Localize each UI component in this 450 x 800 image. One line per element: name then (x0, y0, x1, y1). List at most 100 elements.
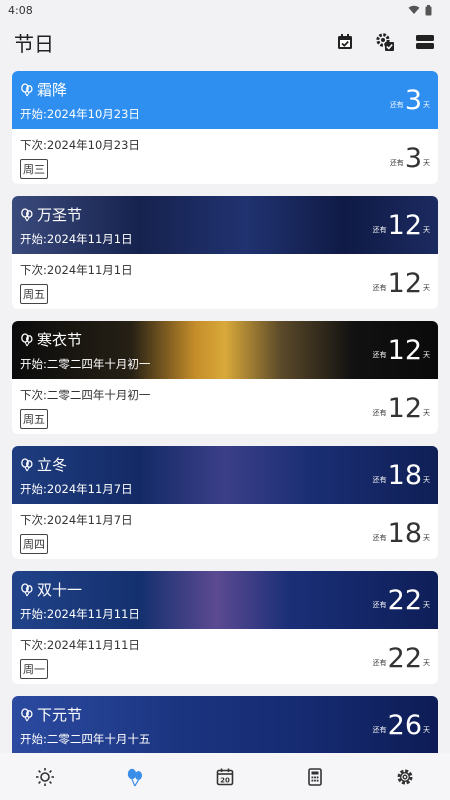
calendar-event-button[interactable] (334, 31, 356, 53)
status-time: 4:08 (8, 3, 33, 17)
days-prefix: 还有 (372, 409, 387, 417)
days-count: 18 (387, 518, 422, 549)
days-count: 12 (387, 210, 422, 241)
card-body: 下次:2024年11月11日 周一 还有 22 天 (12, 629, 438, 684)
days-remaining: 还有 22 天 (373, 645, 430, 673)
gear-icon (397, 769, 413, 784)
card-header: 万圣节 开始:2024年11月1日 还有 12 天 (12, 196, 438, 254)
days-count: 12 (387, 393, 422, 424)
days-prefix: 还有 (372, 601, 387, 609)
calendar-check-icon (338, 34, 352, 49)
calculator-icon (308, 767, 322, 786)
start-date: 开始:二零二四年十月十五 (20, 732, 151, 746)
festival-card[interactable]: 下元节 开始:二零二四年十月十五 还有 26 天 (12, 696, 438, 753)
days-suffix: 天 (423, 101, 430, 109)
days-count: 3 (404, 143, 422, 174)
view-toggle-button[interactable] (414, 31, 436, 53)
card-header: 寒衣节 开始:二零二四年十月初一 还有 12 天 (12, 321, 438, 379)
balloon-icon (21, 332, 33, 346)
days-prefix: 还有 (372, 726, 387, 734)
days-count: 3 (404, 85, 422, 116)
days-prefix: 还有 (372, 659, 387, 667)
start-date: 开始:2024年11月11日 (20, 607, 140, 621)
next-date: 下次:二零二四年十月初一 (20, 388, 151, 402)
nav-solar-terms[interactable] (23, 757, 67, 797)
balloon-icon (21, 82, 33, 96)
festival-name: 寒衣节 (37, 331, 83, 349)
festival-name: 下元节 (37, 706, 83, 724)
days-remaining: 还有 12 天 (373, 337, 430, 365)
days-prefix: 还有 (389, 101, 404, 109)
days-prefix: 还有 (372, 534, 387, 542)
nav-festivals[interactable] (113, 757, 157, 797)
balloon-icon (21, 707, 33, 721)
days-suffix: 天 (423, 726, 430, 734)
days-prefix: 还有 (372, 226, 387, 234)
weekday-badge: 周四 (20, 534, 48, 554)
festival-name: 霜降 (37, 81, 68, 99)
status-bar: 4:08 (0, 0, 450, 20)
days-count: 12 (387, 268, 422, 299)
days-remaining: 还有 12 天 (373, 270, 430, 298)
days-suffix: 天 (423, 476, 430, 484)
festival-card[interactable]: 双十一 开始:2024年11月11日 还有 22 天 下次:2024年11月11… (12, 571, 438, 684)
next-date: 下次:2024年11月1日 (20, 263, 133, 277)
festival-name: 立冬 (37, 456, 68, 474)
days-prefix: 还有 (372, 476, 387, 484)
festival-name: 双十一 (37, 581, 83, 599)
days-suffix: 天 (423, 409, 430, 417)
balloons-icon (127, 768, 142, 786)
start-date: 开始:2024年11月7日 (20, 482, 133, 496)
festival-card[interactable]: 立冬 开始:2024年11月7日 还有 18 天 下次:2024年11月7日 周… (12, 446, 438, 559)
days-suffix: 天 (423, 226, 430, 234)
card-body: 下次:2024年11月7日 周四 还有 18 天 (12, 504, 438, 559)
card-body: 下次:2024年10月23日 周三 还有 3 天 (12, 129, 438, 184)
battery-icon (425, 4, 432, 15)
days-prefix: 还有 (372, 351, 387, 359)
card-header: 下元节 开始:二零二四年十月十五 还有 26 天 (12, 696, 438, 753)
page-title: 节日 (14, 31, 54, 56)
days-remaining: 还有 18 天 (373, 520, 430, 548)
nav-calculator[interactable] (293, 757, 337, 797)
status-icons (408, 4, 432, 16)
start-date: 开始:2024年11月1日 (20, 232, 133, 246)
festival-card[interactable]: 寒衣节 开始:二零二四年十月初一 还有 12 天 下次:二零二四年十月初一 周五… (12, 321, 438, 434)
card-body: 下次:2024年11月1日 周五 还有 12 天 (12, 254, 438, 309)
app-bar: 节日 (0, 20, 450, 64)
start-date: 开始:二零二四年十月初一 (20, 357, 151, 371)
days-suffix: 天 (423, 284, 430, 292)
card-header: 霜降 开始:2024年10月23日 还有 3 天 (12, 71, 438, 129)
weekday-badge: 周五 (20, 409, 48, 429)
days-count: 18 (387, 460, 422, 491)
manage-events-button[interactable] (374, 31, 396, 53)
days-suffix: 天 (423, 534, 430, 542)
festival-card[interactable]: 霜降 开始:2024年10月23日 还有 3 天 下次:2024年10月23日 … (12, 71, 438, 184)
days-remaining: 还有 22 天 (373, 587, 430, 615)
gear-check-icon (376, 33, 394, 51)
wifi-icon (408, 5, 420, 14)
nav-settings[interactable] (383, 757, 427, 797)
festival-name: 万圣节 (37, 206, 83, 224)
days-suffix: 天 (423, 659, 430, 667)
next-date: 下次:2024年11月7日 (20, 513, 133, 527)
days-suffix: 天 (423, 159, 430, 167)
festival-card[interactable]: 万圣节 开始:2024年11月1日 还有 12 天 下次:2024年11月1日 … (12, 196, 438, 309)
sun-icon (36, 767, 54, 786)
next-date: 下次:2024年11月11日 (20, 638, 140, 652)
card-header: 双十一 开始:2024年11月11日 还有 22 天 (12, 571, 438, 629)
days-remaining: 还有 12 天 (373, 395, 430, 423)
card-body: 下次:二零二四年十月初一 周五 还有 12 天 (12, 379, 438, 434)
days-prefix: 还有 (389, 159, 404, 167)
festival-list[interactable]: 霜降 开始:2024年10月23日 还有 3 天 下次:2024年10月23日 … (12, 71, 438, 753)
days-remaining: 还有 26 天 (373, 712, 430, 740)
days-remaining: 还有 18 天 (373, 462, 430, 490)
days-count: 22 (387, 585, 422, 616)
weekday-badge: 周三 (20, 159, 48, 179)
days-count: 26 (387, 710, 422, 741)
weekday-badge: 周一 (20, 659, 48, 679)
days-suffix: 天 (423, 601, 430, 609)
weekday-badge: 周五 (20, 284, 48, 304)
nav-calendar[interactable]: 20 (203, 757, 247, 797)
layout-icon (416, 35, 434, 49)
days-count: 22 (387, 643, 422, 674)
